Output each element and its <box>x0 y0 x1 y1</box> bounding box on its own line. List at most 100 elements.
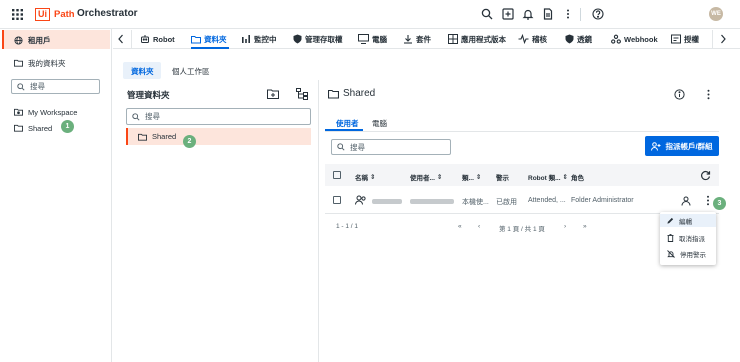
sidebar-item-label: Shared <box>28 123 53 133</box>
folder-search-input[interactable]: 搜尋 <box>126 108 311 125</box>
tab-folders[interactable]: 資料夾 <box>191 31 227 47</box>
cell-type: 本機使... <box>462 199 489 206</box>
redacted-user <box>410 199 454 204</box>
tab-machines[interactable]: 電腦 <box>358 31 387 47</box>
tab-robot[interactable]: Robot <box>140 31 175 47</box>
tab-label: Robot <box>153 34 175 44</box>
pane-divider <box>318 80 319 362</box>
sidebar-item-my-workspace[interactable]: My Workspace <box>14 106 77 118</box>
column-header-alerts: 警示 <box>496 172 509 182</box>
folder-tree-item-shared[interactable]: Shared <box>126 128 311 145</box>
column-label: 名稱 <box>355 175 368 182</box>
search-icon <box>132 112 140 121</box>
tab-lens[interactable]: 透鏡 <box>565 31 592 47</box>
avatar[interactable]: WE <box>709 7 723 21</box>
uipath-logo-text: Path <box>54 9 75 20</box>
column-header-name[interactable]: 名稱 ⇕ <box>355 172 375 182</box>
last-page-icon[interactable]: » <box>583 223 587 230</box>
sidebar-item-label: My Workspace <box>28 107 78 117</box>
hierarchy-icon[interactable] <box>296 88 308 100</box>
divider <box>580 8 581 21</box>
tab-machines-detail[interactable]: 電腦 <box>372 118 387 129</box>
chevron-right-icon[interactable] <box>718 32 728 46</box>
user-group-icon <box>355 195 367 205</box>
menu-item-disable-alerts[interactable]: 停用警示 <box>667 248 706 259</box>
menu-item-label: 編輯 <box>679 218 692 226</box>
search-placeholder: 搜尋 <box>350 142 365 152</box>
license-icon <box>671 34 681 44</box>
step-badge: 3 <box>713 197 726 210</box>
menu-item-unassign[interactable]: 取消指派 <box>667 232 705 243</box>
tab-license[interactable]: 授權 <box>671 31 699 47</box>
detail-title: Shared <box>343 88 376 99</box>
search-icon[interactable] <box>481 8 493 20</box>
subtab-folders[interactable]: 資料夾 <box>131 66 154 77</box>
sidebar-search-input[interactable]: 搜尋 <box>11 79 100 94</box>
subtab-personal-workspaces[interactable]: 個人工作區 <box>172 66 210 77</box>
document-icon[interactable] <box>542 8 554 20</box>
tab-label: 授權 <box>684 34 699 44</box>
column-header-role: 角色 <box>571 172 584 182</box>
tab-packages[interactable]: 套件 <box>403 31 431 47</box>
more-vert-icon[interactable] <box>703 89 714 100</box>
tab-users[interactable]: 使用者 <box>336 118 359 129</box>
uipath-logo[interactable]: Ui <box>35 8 50 21</box>
divider <box>131 30 132 48</box>
step-badge: 2 <box>183 135 196 148</box>
cell-robot-type: Attended, ... <box>528 197 566 204</box>
pulse-icon <box>518 34 529 44</box>
tab-webhook[interactable]: Webhook <box>611 31 658 47</box>
add-folder-icon[interactable] <box>267 89 279 99</box>
column-label: 警示 <box>496 175 509 182</box>
bell-icon[interactable] <box>522 8 534 20</box>
sidebar-item-tenant-row[interactable]: 租用戶 <box>14 34 51 46</box>
select-all-checkbox[interactable] <box>333 171 341 179</box>
next-page-icon[interactable]: › <box>564 223 566 230</box>
shield-icon <box>293 34 302 44</box>
refresh-icon[interactable] <box>700 170 711 181</box>
info-icon[interactable] <box>674 89 685 100</box>
search-placeholder: 搜尋 <box>145 112 160 121</box>
row-more-icon[interactable] <box>703 195 713 206</box>
sidebar-item-shared[interactable]: Shared <box>14 122 52 134</box>
shield-icon <box>565 34 574 44</box>
column-label: 角色 <box>571 175 584 182</box>
help-icon[interactable] <box>592 8 604 20</box>
more-vert-icon[interactable] <box>562 8 574 20</box>
search-icon <box>337 143 345 151</box>
app-launcher-icon[interactable] <box>12 9 23 20</box>
tab-manage-access[interactable]: 管理存取權 <box>293 31 343 47</box>
tab-app-versions[interactable]: 應用程式版本 <box>448 31 506 47</box>
users-search-input[interactable]: 搜尋 <box>331 139 451 155</box>
first-page-icon[interactable]: « <box>458 223 462 230</box>
column-header-type[interactable]: 類... ⇕ <box>462 172 481 182</box>
assign-accounts-button[interactable]: 指派帳戶/群組 <box>645 136 719 156</box>
folder-icon <box>138 133 147 141</box>
user-icon[interactable] <box>681 196 691 206</box>
prev-page-icon[interactable]: ‹ <box>478 223 480 230</box>
sidebar-item-label: 租用戶 <box>28 35 51 45</box>
table-header <box>325 164 719 186</box>
row-checkbox[interactable] <box>333 196 341 204</box>
tab-monitoring[interactable]: 監控中 <box>241 31 277 47</box>
add-icon[interactable] <box>502 8 514 20</box>
chart-icon <box>241 34 251 44</box>
tab-label: 資料夾 <box>204 34 227 44</box>
tab-baseline <box>325 131 719 132</box>
column-header-robot-type[interactable]: Robot 類... ⇕ <box>528 172 568 182</box>
menu-item-label: 停用警示 <box>680 251 706 259</box>
pager-range: 1 - 1 / 1 <box>336 223 359 230</box>
chevron-left-icon[interactable] <box>116 32 126 46</box>
tab-audit[interactable]: 稽核 <box>518 31 547 47</box>
active-tab-indicator <box>325 129 363 131</box>
cell-alerts: 已啟用 <box>496 199 517 206</box>
redacted-name <box>372 199 402 204</box>
sidebar-item-my-folders[interactable]: 我的資料夾 <box>14 57 66 69</box>
column-label: 類... <box>462 175 474 182</box>
assign-button-label: 指派帳戶/群組 <box>665 141 713 151</box>
menu-item-edit[interactable]: 編輯 <box>667 215 692 226</box>
tab-label: 稽核 <box>532 34 547 44</box>
folder-tree-label: Shared <box>152 132 177 141</box>
active-tab-indicator <box>191 47 229 49</box>
column-header-user[interactable]: 使用者... ⇕ <box>410 172 442 182</box>
